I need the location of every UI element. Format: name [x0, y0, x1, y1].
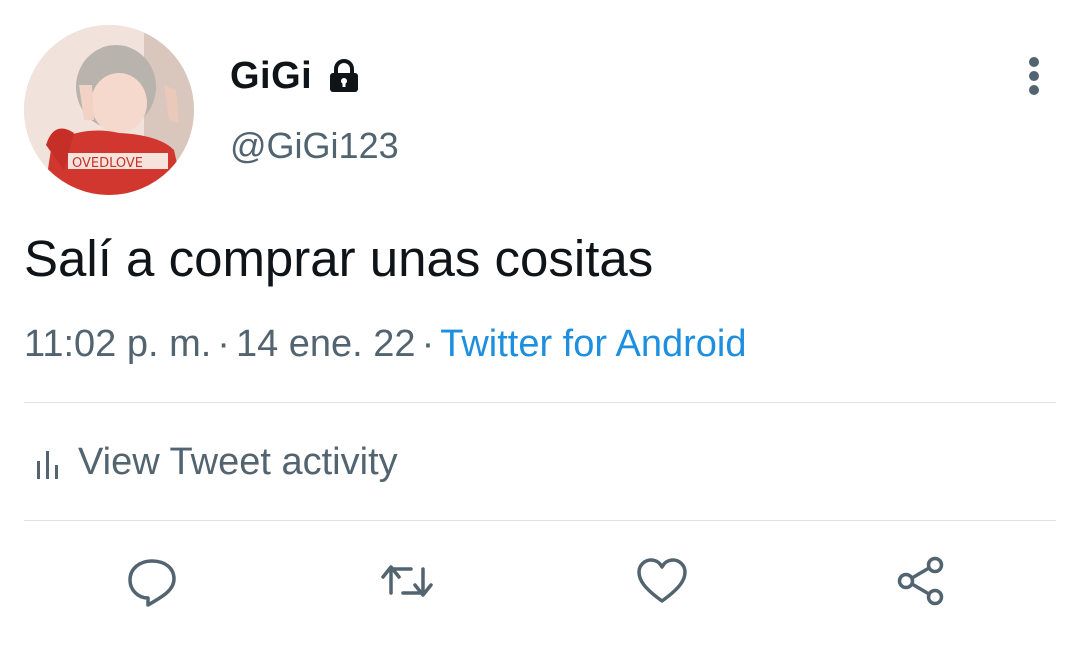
meta-separator: · [421, 323, 435, 365]
tweet-meta: 11:02 p. m. · 14 ene. 22 · Twitter for Andro… [24, 320, 746, 368]
display-name[interactable]: GiGi [230, 56, 312, 96]
meta-separator: · [217, 323, 230, 365]
reply-icon [128, 559, 176, 607]
divider [24, 520, 1056, 521]
retweet-icon [381, 565, 433, 597]
view-tweet-activity-button[interactable]: View Tweet activity [34, 438, 398, 486]
lock-icon [326, 58, 362, 94]
avatar[interactable]: OVEDLOVE [24, 25, 194, 195]
bar-chart-icon [34, 445, 62, 479]
reply-button[interactable] [124, 553, 180, 609]
tweet-time: 11:02 p. m. [24, 323, 212, 365]
retweet-button[interactable] [379, 553, 435, 609]
divider [24, 402, 1056, 403]
share-button[interactable] [893, 553, 949, 609]
share-icon [897, 556, 944, 606]
svg-text:OVEDLOVE: OVEDLOVE [72, 156, 143, 171]
tweet-source-link[interactable]: Twitter for Android [440, 323, 746, 365]
heart-icon [637, 558, 687, 603]
activity-label: View Tweet activity [78, 441, 398, 483]
like-button[interactable] [634, 553, 690, 609]
author-name-row: GiGi [230, 56, 362, 96]
tweet-date: 14 ene. 22 [235, 323, 416, 365]
more-options-icon[interactable] [1016, 54, 1052, 98]
handle[interactable]: @GiGi123 [230, 124, 399, 168]
tweet-text: Salí a comprar unas cositas [24, 230, 654, 287]
profile-photo: OVEDLOVE [24, 25, 194, 195]
tweet-actions-bar [0, 553, 1080, 613]
